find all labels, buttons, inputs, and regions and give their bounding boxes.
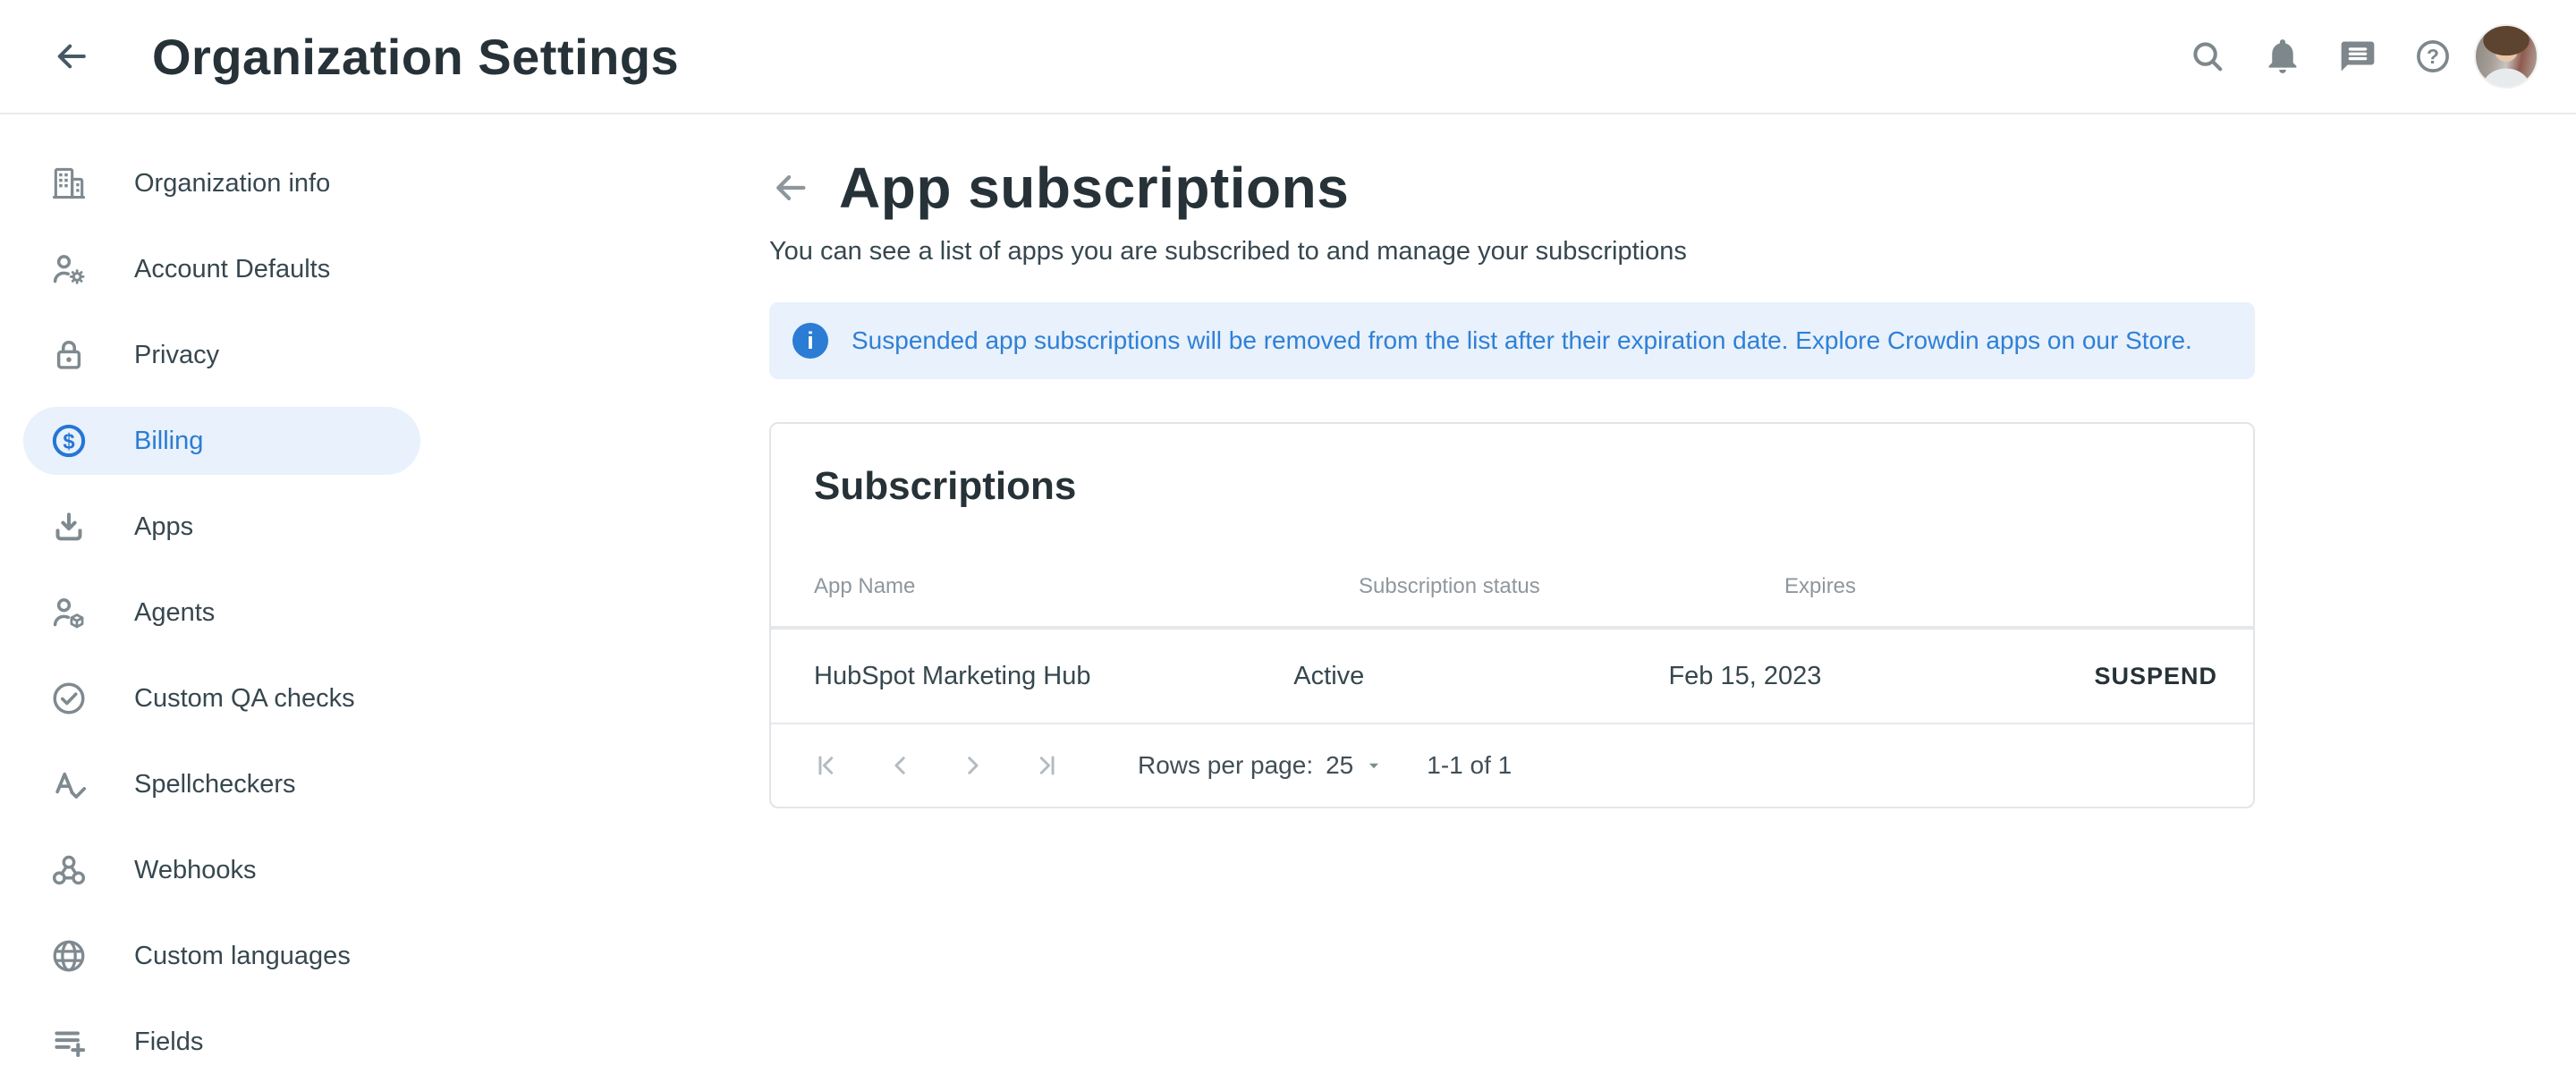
sidebar-item-organization-info[interactable]: Organization info xyxy=(23,149,420,217)
search-icon xyxy=(2188,37,2227,76)
help-button[interactable]: ? xyxy=(2413,37,2453,76)
top-bar: Organization Settings ? xyxy=(0,0,2576,114)
building-icon xyxy=(49,164,89,203)
column-header-expires: Expires xyxy=(1784,574,2253,599)
app-title: Organization Settings xyxy=(152,28,679,86)
sidebar-item-agents[interactable]: Agents xyxy=(23,579,420,647)
topbar-back-button[interactable] xyxy=(50,35,93,78)
chevron-right-icon xyxy=(957,749,989,782)
cell-subscription-status: Active xyxy=(1293,662,1668,691)
sidebar-item-label: Organization info xyxy=(134,169,330,199)
column-header-subscription-status: Subscription status xyxy=(1359,574,1784,599)
webhook-icon xyxy=(49,850,89,890)
column-header-app-name: App Name xyxy=(814,574,1359,599)
sidebar-item-custom-languages[interactable]: Custom languages xyxy=(23,922,420,990)
pagination-range-label: 1-1 of 1 xyxy=(1427,751,1512,780)
sidebar-item-label: Agents xyxy=(134,598,215,628)
sidebar-item-apps[interactable]: Apps xyxy=(23,493,420,561)
sidebar-item-billing[interactable]: $ Billing xyxy=(23,407,420,475)
spellcheck-icon xyxy=(49,765,89,804)
svg-text:?: ? xyxy=(2427,45,2439,68)
messages-button[interactable] xyxy=(2338,37,2377,76)
help-icon: ? xyxy=(2413,37,2453,76)
first-page-button[interactable] xyxy=(810,749,843,782)
search-button[interactable] xyxy=(2188,37,2227,76)
lock-icon xyxy=(49,335,89,375)
globe-icon xyxy=(49,936,89,976)
arrow-left-icon xyxy=(52,37,91,76)
sidebar-item-label: Apps xyxy=(134,512,193,542)
user-gear-icon xyxy=(49,249,89,289)
first-page-icon xyxy=(810,749,843,782)
user-cube-icon xyxy=(49,593,89,632)
sidebar-item-custom-qa-checks[interactable]: Custom QA checks xyxy=(23,664,420,732)
page-title: App subscriptions xyxy=(839,155,1349,221)
info-banner-text[interactable]: Suspended app subscriptions will be remo… xyxy=(852,326,2192,355)
table-row: HubSpot Marketing Hub Active Feb 15, 202… xyxy=(771,630,2253,723)
last-page-button[interactable] xyxy=(1030,749,1063,782)
info-icon: i xyxy=(792,323,828,359)
previous-page-button[interactable] xyxy=(884,749,916,782)
sidebar-item-webhooks[interactable]: Webhooks xyxy=(23,836,420,904)
settings-sidebar: Organization info Account Defaults Priva… xyxy=(0,114,447,1091)
pagination-bar: Rows per page: 25 1-1 of 1 xyxy=(771,724,2253,807)
sidebar-item-label: Custom QA checks xyxy=(134,684,355,714)
list-add-icon xyxy=(49,1022,89,1061)
chevron-left-icon xyxy=(884,749,916,782)
table-header-row: App Name Subscription status Expires xyxy=(771,574,2253,599)
last-page-icon xyxy=(1030,749,1063,782)
sidebar-item-label: Fields xyxy=(134,1028,203,1057)
subscriptions-card: Subscriptions App Name Subscription stat… xyxy=(769,422,2255,808)
info-banner: i Suspended app subscriptions will be re… xyxy=(769,302,2255,379)
main-content: App subscriptions You can see a list of … xyxy=(769,114,2255,808)
suspend-button[interactable]: SUSPEND xyxy=(2094,663,2253,690)
sidebar-item-label: Privacy xyxy=(134,341,219,370)
sidebar-item-label: Webhooks xyxy=(134,856,257,885)
check-circle-icon xyxy=(49,679,89,718)
sidebar-item-privacy[interactable]: Privacy xyxy=(23,321,420,389)
cell-expires: Feb 15, 2023 xyxy=(1668,662,2094,691)
notifications-button[interactable] xyxy=(2263,37,2302,76)
sidebar-item-label: Spellcheckers xyxy=(134,770,296,799)
rows-per-page-label: Rows per page: xyxy=(1138,751,1313,780)
sidebar-item-label: Account Defaults xyxy=(134,255,330,284)
sidebar-item-fields[interactable]: Fields xyxy=(23,1008,420,1076)
sidebar-item-label: Billing xyxy=(134,427,203,456)
sidebar-item-account-defaults[interactable]: Account Defaults xyxy=(23,235,420,303)
cell-app-name: HubSpot Marketing Hub xyxy=(814,662,1293,691)
messages-icon xyxy=(2338,37,2377,76)
sidebar-item-spellcheckers[interactable]: Spellcheckers xyxy=(23,750,420,818)
chevron-down-icon xyxy=(1360,752,1387,779)
sidebar-item-label: Custom languages xyxy=(134,942,351,971)
notifications-icon xyxy=(2263,37,2302,76)
user-avatar[interactable] xyxy=(2474,24,2538,89)
download-icon xyxy=(49,507,89,546)
card-title: Subscriptions xyxy=(771,424,2253,508)
arrow-left-icon xyxy=(770,167,811,208)
svg-text:$: $ xyxy=(63,429,74,453)
dollar-circle-icon: $ xyxy=(49,421,89,461)
page-back-button[interactable] xyxy=(769,166,812,209)
page-subtitle: You can see a list of apps you are subsc… xyxy=(769,236,2255,266)
rows-per-page-select[interactable]: 25 xyxy=(1326,751,1387,780)
next-page-button[interactable] xyxy=(957,749,989,782)
rows-per-page-value: 25 xyxy=(1326,751,1353,780)
